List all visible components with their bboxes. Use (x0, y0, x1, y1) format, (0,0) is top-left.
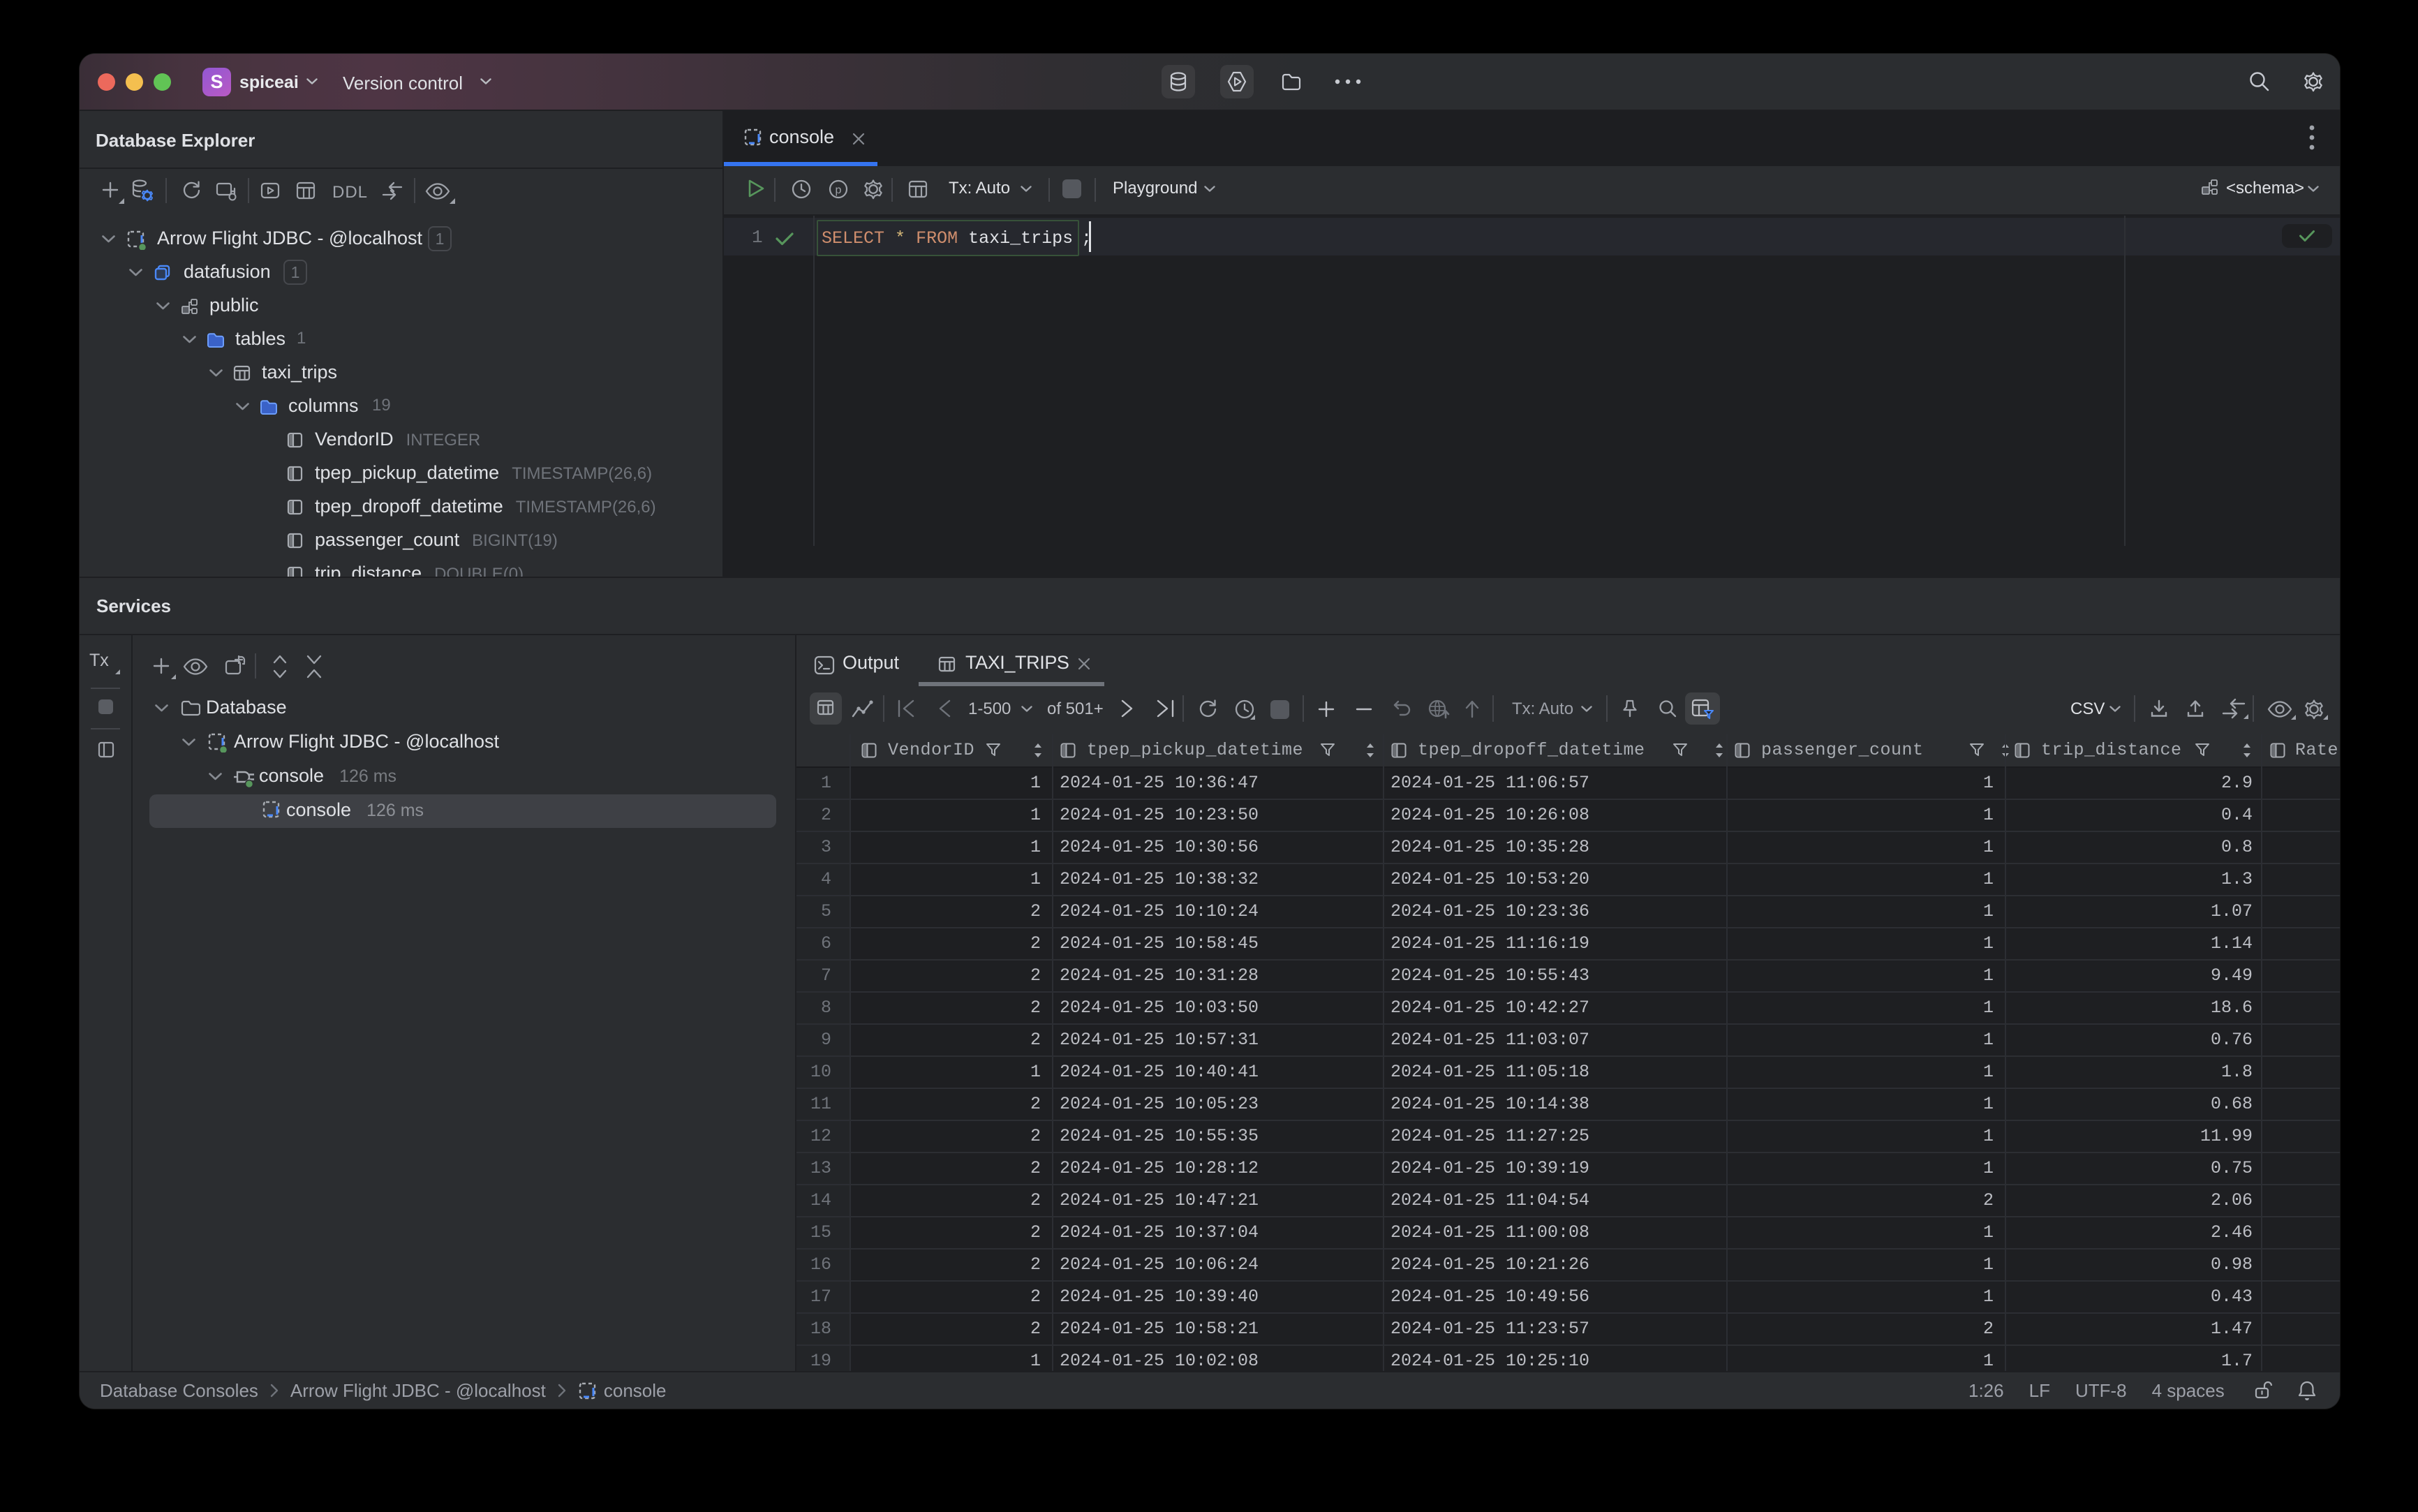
svg-text:p: p (836, 184, 842, 196)
